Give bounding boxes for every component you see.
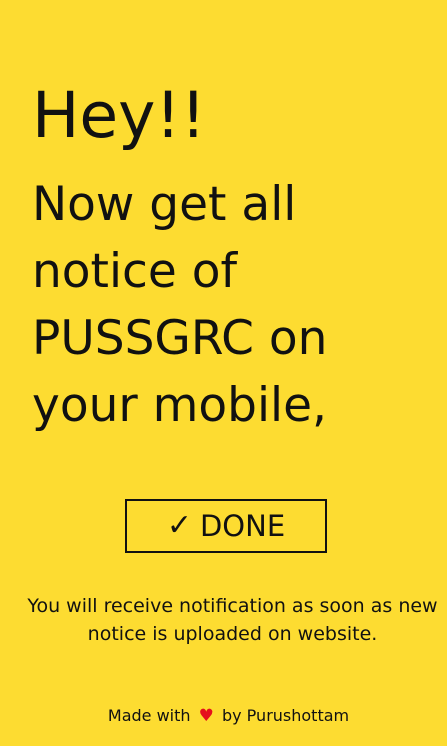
headline-text: Now get all notice of PUSSGRC on your mo…: [32, 177, 328, 433]
done-button[interactable]: ✓ DONE: [125, 499, 327, 553]
greeting-heading: Hey!!: [32, 79, 206, 152]
footer-prefix: Made with: [107, 706, 191, 725]
footer-credit: Made with ♥ by Purushottam: [0, 705, 447, 727]
splash-screen: Hey!! Now get all notice of PUSSGRC on y…: [0, 0, 447, 746]
done-button-label: DONE: [199, 509, 286, 543]
checkmark-icon: ✓: [166, 508, 192, 543]
notification-info-text: You will receive notification as soon as…: [27, 595, 438, 645]
footer-suffix: by Purushottam: [221, 706, 350, 725]
heart-icon: ♥: [198, 706, 214, 726]
